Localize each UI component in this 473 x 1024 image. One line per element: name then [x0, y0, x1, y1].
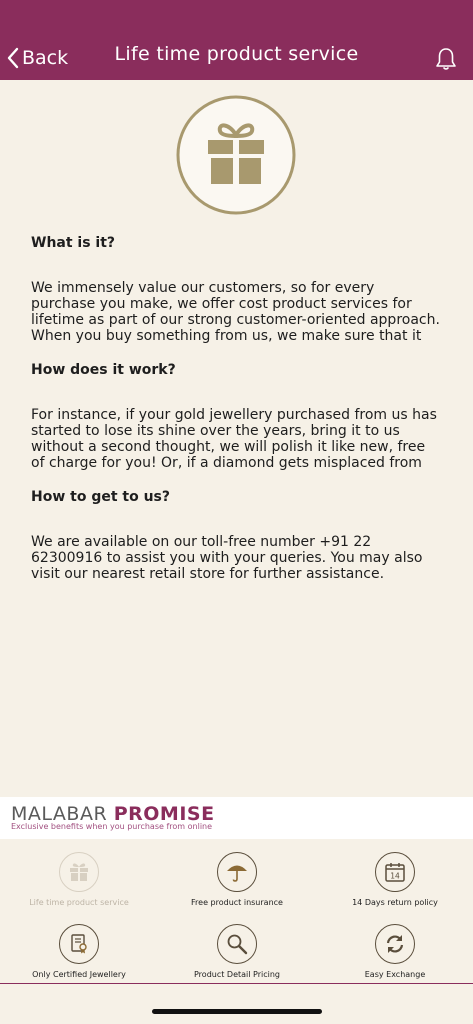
umbrella-icon: [227, 865, 247, 882]
benefit-icon-circle: [217, 924, 257, 964]
certificate-icon: [71, 934, 87, 954]
section-heading: What is it?: [31, 235, 116, 251]
benefit-label: Free product insurance: [191, 898, 283, 907]
benefit-icon-circle: [375, 924, 415, 964]
benefit-certified-jewellery[interactable]: Only Certified Jewellery: [0, 924, 158, 979]
hero-gift-badge: [176, 95, 296, 215]
malabar-promise-banner: MALABAR PROMISE Exclusive benefits when …: [0, 797, 473, 839]
benefit-free-insurance[interactable]: Free product insurance: [158, 852, 316, 907]
section-what: What is it? We immensely value our custo…: [31, 235, 441, 344]
calendar-icon: 14: [385, 863, 405, 882]
benefit-return-policy[interactable]: 14 14 Days return policy: [316, 852, 473, 907]
benefit-icon-circle: [59, 852, 99, 892]
home-indicator[interactable]: [152, 1009, 322, 1014]
benefit-label: Easy Exchange: [364, 970, 426, 979]
top-app-bar: Back Life time product service: [0, 0, 473, 80]
promise-subtitle: Exclusive benefits when you purchase fro…: [11, 822, 213, 831]
magnifier-icon: [227, 934, 248, 955]
page-title: Life time product service: [114, 43, 359, 65]
benefit-lifetime-service[interactable]: Life time product service: [0, 852, 158, 907]
gift-icon: [70, 863, 88, 881]
section-heading: How does it work?: [31, 362, 176, 378]
section-body: For instance, if your gold jewellery pur…: [31, 407, 437, 471]
gift-icon: [176, 95, 296, 215]
section-heading: How to get to us?: [31, 489, 171, 505]
section-contact: How to get to us? We are available on ou…: [31, 489, 441, 598]
section-body: We immensely value our customers, so for…: [31, 280, 440, 344]
benefit-label: Product Detail Pricing: [194, 970, 280, 979]
exchange-icon: [386, 935, 404, 953]
bottom-divider: [0, 983, 473, 984]
benefit-icon-circle: [59, 924, 99, 964]
notification-button[interactable]: [433, 46, 459, 72]
benefits-grid: Life time product service Free product i…: [0, 839, 473, 985]
benefit-icon-circle: 14: [375, 852, 415, 892]
benefit-easy-exchange[interactable]: Easy Exchange: [316, 924, 473, 979]
bell-icon: [436, 48, 456, 70]
benefit-label: Life time product service: [29, 898, 129, 907]
calendar-day: 14: [390, 872, 400, 881]
section-body: We are available on our toll-free number…: [31, 534, 423, 582]
benefit-label: Only Certified Jewellery: [32, 970, 126, 979]
benefit-detail-pricing[interactable]: Product Detail Pricing: [158, 924, 316, 979]
benefit-icon-circle: [217, 852, 257, 892]
benefit-label: 14 Days return policy: [352, 898, 438, 907]
section-how: How does it work? For instance, if your …: [31, 362, 441, 471]
